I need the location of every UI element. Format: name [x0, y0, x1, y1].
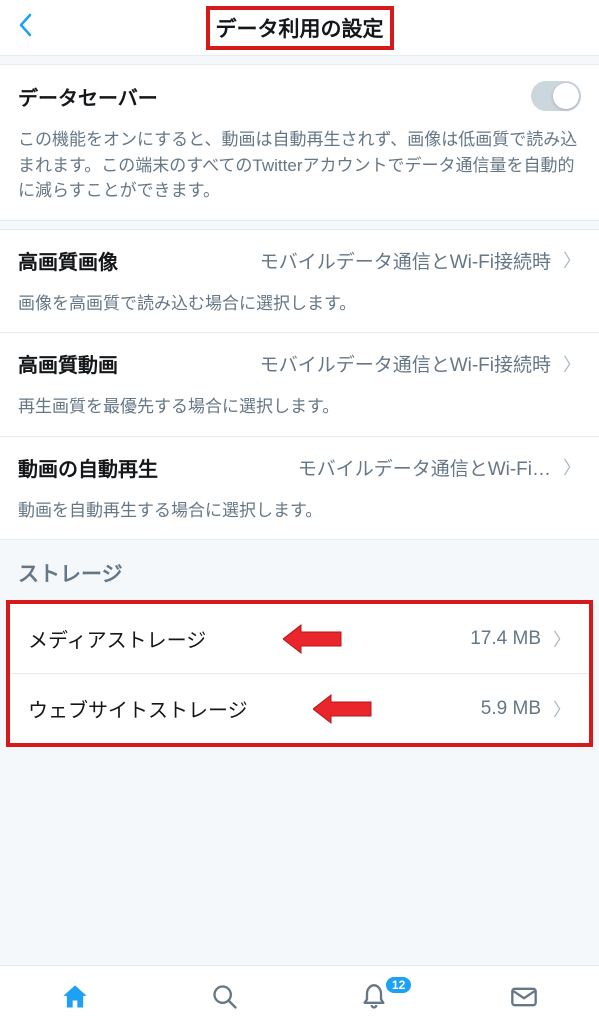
tab-bar: 12 — [0, 965, 599, 1027]
media-storage-row[interactable]: メディアストレージ 17.4 MB 〉 — [10, 604, 589, 673]
data-saver-label: データセーバー — [18, 82, 158, 111]
autoplay-value: モバイルデータ通信とWi-Fi… — [170, 454, 551, 481]
web-storage-value: 5.9 MB — [481, 698, 541, 720]
home-icon — [61, 983, 89, 1011]
tab-home[interactable] — [0, 983, 150, 1011]
search-icon — [211, 983, 239, 1011]
hq-image-value: モバイルデータ通信とWi-Fi接続時 — [130, 247, 551, 274]
data-saver-description: この機能をオンにすると、動画は自動再生されず、画像は低画質で読み込まれます。この… — [0, 127, 599, 220]
storage-highlight-box: メディアストレージ 17.4 MB 〉 ウェブサイトストレージ 5.9 MB 〉 — [6, 600, 593, 747]
hq-image-description: 画像を高画質で読み込む場合に選択します。 — [0, 291, 599, 333]
tab-notifications[interactable]: 12 — [300, 983, 450, 1011]
page-title: データ利用の設定 — [216, 13, 384, 43]
autoplay-label: 動画の自動再生 — [18, 453, 158, 482]
header: データ利用の設定 — [0, 0, 599, 56]
notification-badge: 12 — [386, 977, 411, 993]
autoplay-row[interactable]: 動画の自動再生 モバイルデータ通信とWi-Fi… 〉 動画を自動再生する場合に選… — [0, 436, 599, 540]
data-saver-section: データセーバー この機能をオンにすると、動画は自動再生されず、画像は低画質で読み… — [0, 64, 599, 221]
quality-section: 高画質画像 モバイルデータ通信とWi-Fi接続時 〉 画像を高画質で読み込む場合… — [0, 229, 599, 541]
web-storage-label: ウェブサイトストレージ — [28, 694, 248, 723]
chevron-right-icon: 〉 — [563, 454, 581, 480]
mail-icon — [510, 983, 538, 1011]
media-storage-value: 17.4 MB — [470, 628, 541, 650]
chevron-left-icon — [18, 13, 34, 37]
toggle-knob — [553, 83, 579, 109]
annotation-arrow-icon — [283, 623, 343, 655]
autoplay-description: 動画を自動再生する場合に選択します。 — [0, 498, 599, 540]
data-saver-toggle[interactable] — [531, 81, 581, 111]
web-storage-row[interactable]: ウェブサイトストレージ 5.9 MB 〉 — [10, 673, 589, 743]
back-button[interactable] — [10, 4, 42, 52]
hq-video-description: 再生画質を最優先する場合に選択します。 — [0, 394, 599, 436]
chevron-right-icon: 〉 — [553, 696, 571, 722]
bell-icon — [360, 983, 388, 1011]
storage-section: ストレージ メディアストレージ 17.4 MB 〉 ウェブサイトストレージ 5.… — [0, 540, 599, 747]
hq-image-row[interactable]: 高画質画像 モバイルデータ通信とWi-Fi接続時 〉 画像を高画質で読み込む場合… — [0, 230, 599, 333]
chevron-right-icon: 〉 — [563, 247, 581, 273]
data-saver-row: データセーバー — [0, 65, 599, 127]
chevron-right-icon: 〉 — [553, 626, 571, 652]
title-highlight-box: データ利用の設定 — [206, 6, 394, 50]
media-storage-label: メディアストレージ — [28, 624, 206, 653]
hq-video-value: モバイルデータ通信とWi-Fi接続時 — [130, 350, 551, 377]
tab-search[interactable] — [150, 983, 300, 1011]
storage-header: ストレージ — [0, 540, 599, 600]
hq-video-row[interactable]: 高画質動画 モバイルデータ通信とWi-Fi接続時 〉 再生画質を最優先する場合に… — [0, 332, 599, 436]
annotation-arrow-icon — [313, 693, 373, 725]
hq-video-label: 高画質動画 — [18, 349, 118, 378]
tab-messages[interactable] — [449, 983, 599, 1011]
hq-image-label: 高画質画像 — [18, 246, 118, 275]
chevron-right-icon: 〉 — [563, 351, 581, 377]
